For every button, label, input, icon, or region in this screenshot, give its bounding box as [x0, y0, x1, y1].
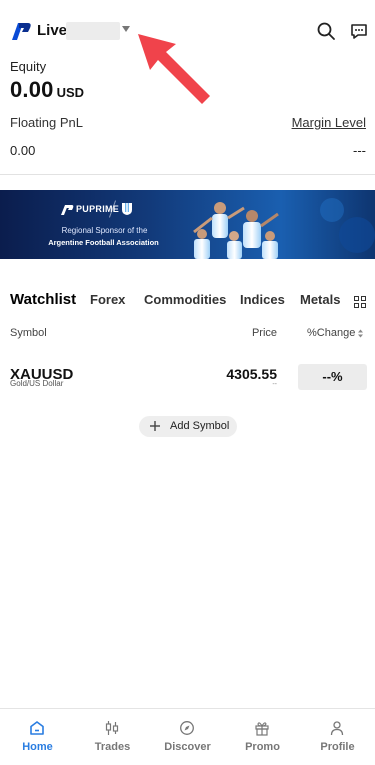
afa-crest-icon: [122, 203, 132, 215]
nav-item-profile[interactable]: Profile: [300, 709, 375, 765]
tab-commodities[interactable]: Commodities: [144, 292, 226, 307]
column-header-change[interactable]: %Change: [307, 327, 355, 339]
symbol-price: 4305.55: [226, 366, 277, 382]
change-badge[interactable]: --%: [298, 364, 367, 390]
tab-indices[interactable]: Indices: [240, 292, 285, 307]
nav-item-home[interactable]: Home: [0, 709, 75, 765]
margin-level-link[interactable]: Margin Level: [292, 115, 366, 130]
margin-level-value: ---: [353, 143, 366, 158]
app-root: Live Equity 0.00 USD Floating PnL Margin …: [0, 0, 375, 765]
nav-label-discover: Discover: [164, 741, 211, 753]
equity-display: 0.00 USD: [10, 77, 84, 103]
promo-icon: [255, 722, 269, 736]
symbol-description: Gold/US Dollar: [10, 379, 64, 388]
nav-item-trades[interactable]: Trades: [75, 709, 150, 765]
tab-metals[interactable]: Metals: [300, 292, 340, 307]
nav-item-promo[interactable]: Promo: [225, 709, 300, 765]
account-dropdown-caret-icon[interactable]: [122, 26, 130, 32]
equity-label: Equity: [10, 59, 47, 74]
banner-sponsor-line: Regional Sponsor of the: [61, 226, 148, 235]
market-tabs: Watchlist Forex Commodities Indices Meta…: [0, 291, 375, 312]
grid-view-icon[interactable]: [354, 296, 366, 308]
top-bar: Live: [0, 0, 375, 58]
add-symbol-button[interactable]: Add Symbol: [139, 416, 237, 437]
trades-icon: [105, 721, 119, 735]
promo-banner[interactable]: PUPRIME Regional Sponsor of the Argentin…: [0, 190, 375, 259]
chat-icon[interactable]: [348, 20, 370, 42]
puprime-logo-icon: [12, 23, 31, 40]
column-header-price: Price: [251, 327, 277, 339]
equity-currency: USD: [56, 85, 85, 100]
nav-label-trades: Trades: [94, 741, 131, 753]
section-divider: [0, 174, 375, 175]
equity-value: 0.00: [10, 77, 54, 102]
banner-association-line: Argentine Football Association: [48, 238, 159, 247]
sort-icon[interactable]: [357, 329, 364, 338]
nav-label-profile: Profile: [320, 741, 355, 753]
floating-pnl-label: Floating PnL: [10, 115, 83, 130]
banner-logo-icon: [61, 205, 74, 215]
discover-icon: [180, 721, 194, 735]
bottom-navigation: Home Trades Discover Promo Profile: [0, 708, 375, 765]
home-icon: [30, 721, 44, 735]
table-row[interactable]: XAUUSD Gold/US Dollar 4305.55 -- --%: [0, 360, 375, 394]
search-icon[interactable]: [315, 20, 337, 42]
football-players-image: [193, 198, 375, 259]
floating-pnl-value: 0.00: [10, 143, 36, 158]
plus-icon: [150, 421, 160, 431]
nav-label-home: Home: [22, 741, 53, 753]
tab-forex[interactable]: Forex: [90, 292, 125, 307]
column-header-symbol: Symbol: [10, 327, 47, 339]
tab-watchlist[interactable]: Watchlist: [10, 291, 76, 308]
profile-icon: [330, 721, 344, 736]
nav-label-promo: Promo: [245, 741, 280, 753]
account-number-redacted: [66, 22, 120, 40]
symbol-price-sub: --: [272, 381, 277, 388]
account-type-label[interactable]: Live: [37, 22, 67, 39]
nav-item-discover[interactable]: Discover: [150, 709, 225, 765]
add-symbol-label: Add Symbol: [170, 420, 230, 432]
